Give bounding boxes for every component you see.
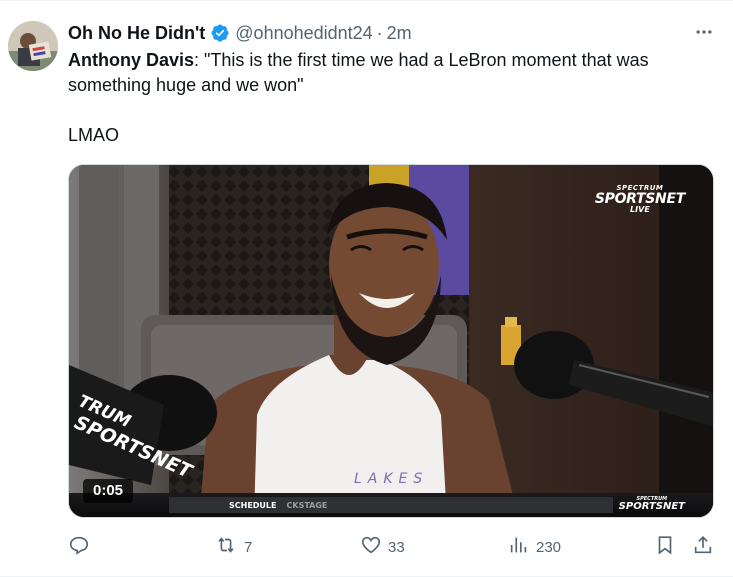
- retweet-count: 7: [244, 538, 253, 556]
- ticker-secondary: CKSTAGE: [286, 500, 328, 510]
- speaker-name: Anthony Davis: [68, 50, 195, 70]
- heart-icon: [360, 534, 382, 560]
- author-display-name[interactable]: Oh No He Didn't: [68, 23, 205, 44]
- video-frame: TRUM SPORTSNET LAKES: [69, 165, 713, 517]
- retweet-button[interactable]: 7: [214, 533, 252, 561]
- broadcast-watermark: SPECTRUM SPORTSNET LIVE: [594, 184, 685, 214]
- like-button[interactable]: 33: [360, 533, 405, 561]
- video-duration-badge: 0:05: [83, 479, 134, 503]
- like-count: 33: [388, 538, 405, 556]
- tweet-text: Anthony Davis: "This is the first time w…: [68, 48, 708, 148]
- svg-text:LAKES: LAKES: [354, 471, 428, 487]
- ticker-schedule: SCHEDULE: [229, 500, 277, 510]
- tweet-timestamp[interactable]: 2m: [387, 23, 412, 44]
- author-handle[interactable]: @ohnohedidnt24: [235, 23, 372, 44]
- separator-dot: ·: [376, 22, 383, 43]
- bookmark-icon: [654, 534, 676, 560]
- verified-badge-icon: [210, 23, 230, 43]
- avatar[interactable]: [8, 21, 58, 71]
- tweet-header: Oh No He Didn't @ohnohedidnt24 · 2m: [68, 21, 721, 45]
- bookmark-button[interactable]: [654, 533, 676, 561]
- broadcast-ticker: SCHEDULE CKSTAGE SPECTRUM SPORTSNET: [69, 493, 713, 517]
- share-button[interactable]: [692, 533, 714, 561]
- bar-chart-icon: [508, 534, 530, 560]
- reaction-text: LMAO: [68, 125, 120, 145]
- reply-button[interactable]: [68, 533, 96, 561]
- ticker-strip: SCHEDULE CKSTAGE: [169, 497, 613, 513]
- ticker-logo: SPECTRUM SPORTSNET: [618, 496, 685, 512]
- views-count: 230: [536, 538, 562, 556]
- tweet-card[interactable]: Oh No He Didn't @ohnohedidnt24 · 2m Anth…: [0, 0, 733, 577]
- share-icon: [692, 534, 714, 560]
- tweet-actions: 7 33 230: [68, 533, 714, 561]
- avatar-image: [8, 21, 58, 71]
- reply-icon: [68, 534, 90, 560]
- video-player[interactable]: TRUM SPORTSNET LAKES SPECTRUM SPORTSNET …: [68, 164, 714, 518]
- retweet-icon: [214, 534, 238, 560]
- views-button[interactable]: 230: [508, 533, 561, 561]
- more-options-icon[interactable]: [693, 21, 715, 43]
